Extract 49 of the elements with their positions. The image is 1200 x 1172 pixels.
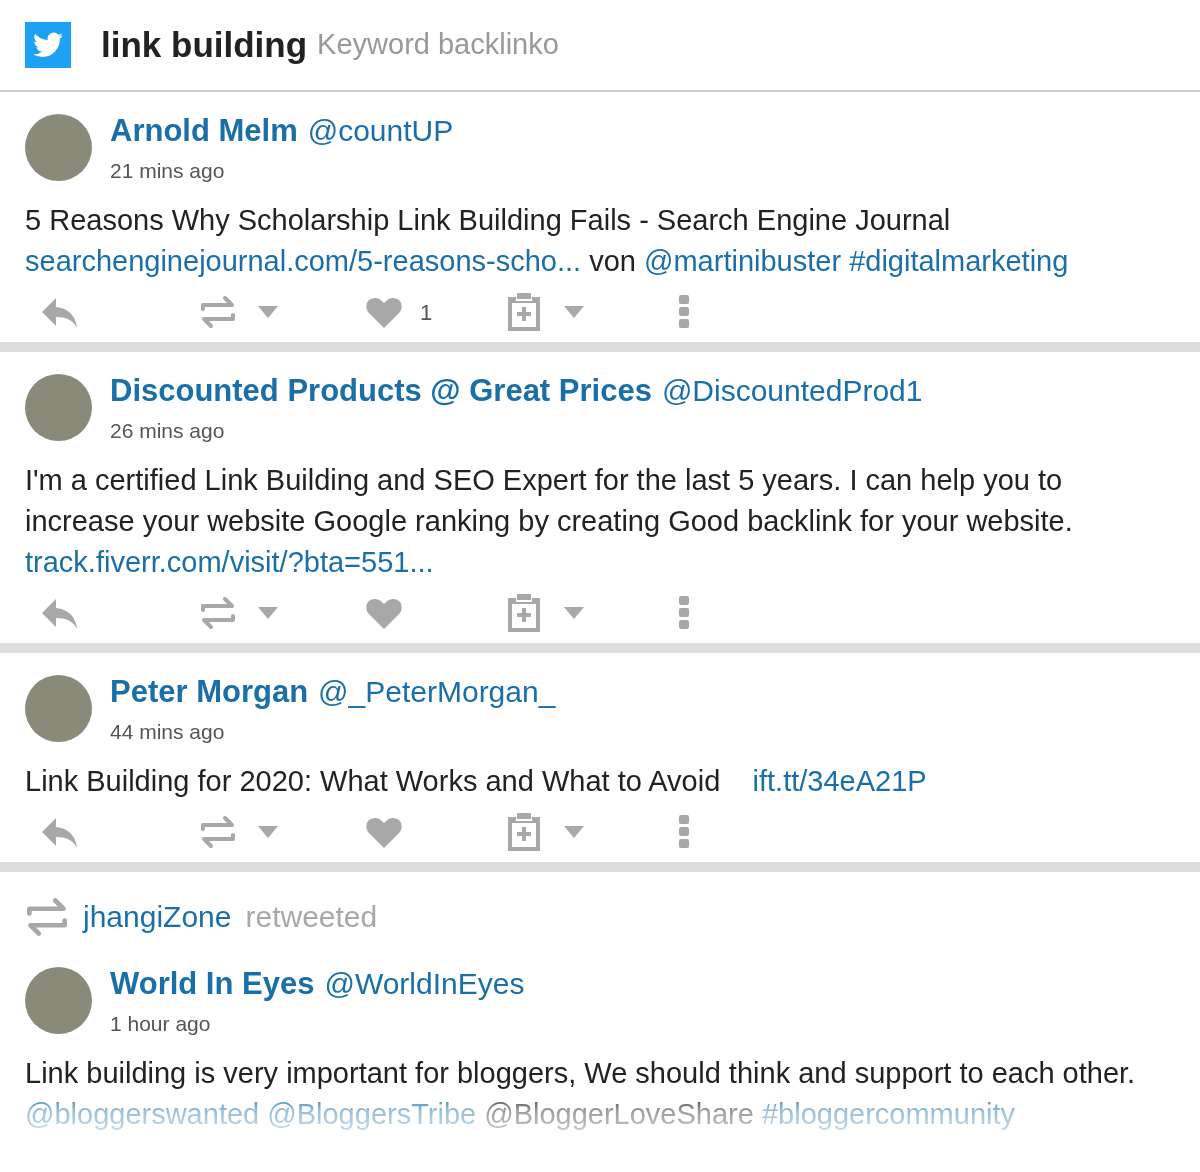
more-icon[interactable]	[678, 295, 690, 329]
author-name[interactable]: Arnold Melm	[110, 108, 298, 155]
author-name[interactable]: Peter Morgan	[110, 669, 309, 716]
reply-icon[interactable]	[42, 597, 78, 629]
author-name[interactable]: Discounted Products @ Great Prices	[110, 368, 652, 415]
retweet-icon	[25, 896, 69, 937]
calendar-plus-icon[interactable]	[506, 293, 542, 331]
tweet-link[interactable]: searchenginejournal.com/5-reasons-scho...	[25, 245, 582, 277]
column-subtitle: Keyword backlinko	[317, 27, 559, 63]
tweet-link[interactable]: #digitalmarketing	[849, 245, 1069, 277]
timestamp: 21 mins ago	[110, 157, 226, 184]
tweet-text: I'm a certified Link Building and SEO Expert for the last 5 years. I can help you to increase your website Google ranking by creating Good backlink for your website. track.fiverr.com/visit/?bta=551...	[25, 463, 1074, 580]
timestamp: 1 hour ago	[110, 1010, 212, 1037]
retweeted-label: retweeted	[245, 899, 378, 935]
caret-icon[interactable]	[258, 826, 278, 838]
author-handle[interactable]: @WorldInEyes	[324, 961, 525, 1006]
caret-icon[interactable]	[258, 306, 278, 318]
author-handle[interactable]: @countUP	[307, 108, 454, 153]
tweet-link[interactable]: track.fiverr.com/visit/?bta=551...	[25, 546, 434, 578]
column-title: link building	[101, 23, 308, 66]
reply-icon[interactable]	[42, 816, 78, 848]
retweet-icon[interactable]	[200, 596, 236, 630]
reply-icon[interactable]	[42, 296, 78, 328]
tweet-link[interactable]: @martinibuster	[644, 245, 842, 277]
retweet-icon[interactable]	[200, 295, 236, 329]
caret-icon[interactable]	[564, 607, 584, 619]
like-count: 1	[420, 298, 433, 327]
caret-icon[interactable]	[564, 306, 584, 318]
tweet-text: 5 Reasons Why Scholarship Link Building Fails - Search Engine Journal searchenginejournal.com/5-reasons-scho... von @martinibuster #digitalmarketing	[25, 203, 1070, 279]
more-icon[interactable]	[678, 596, 690, 630]
heart-icon[interactable]	[366, 816, 402, 848]
timestamp: 26 mins ago	[110, 417, 226, 444]
author-handle[interactable]: @DiscountedProd1	[661, 368, 923, 413]
tweet-text: Link building is very important for bloggers, We should think and support to each other. @bloggerswanted @BloggersTribe @BloggerLoveShare #bloggercommunity	[25, 1056, 1137, 1132]
heart-icon[interactable]	[366, 296, 402, 328]
tweet-text: Link Building for 2020: What Works and What to Avoid ift.tt/34eA21P	[25, 764, 928, 799]
more-icon[interactable]	[678, 815, 690, 849]
retweet-icon[interactable]	[200, 815, 236, 849]
calendar-plus-icon[interactable]	[506, 813, 542, 851]
twitter-logo-icon	[25, 22, 71, 68]
caret-icon[interactable]	[258, 607, 278, 619]
calendar-plus-icon[interactable]	[506, 594, 542, 632]
heart-icon[interactable]	[366, 597, 402, 629]
retweeter-link[interactable]: jhangiZone	[83, 894, 232, 939]
caret-icon[interactable]	[564, 826, 584, 838]
timestamp: 44 mins ago	[110, 718, 226, 745]
author-name[interactable]: World In Eyes	[110, 961, 315, 1008]
tweet-link[interactable]: ift.tt/34eA21P	[752, 765, 927, 797]
author-handle[interactable]: @_PeterMorgan_	[318, 669, 556, 714]
